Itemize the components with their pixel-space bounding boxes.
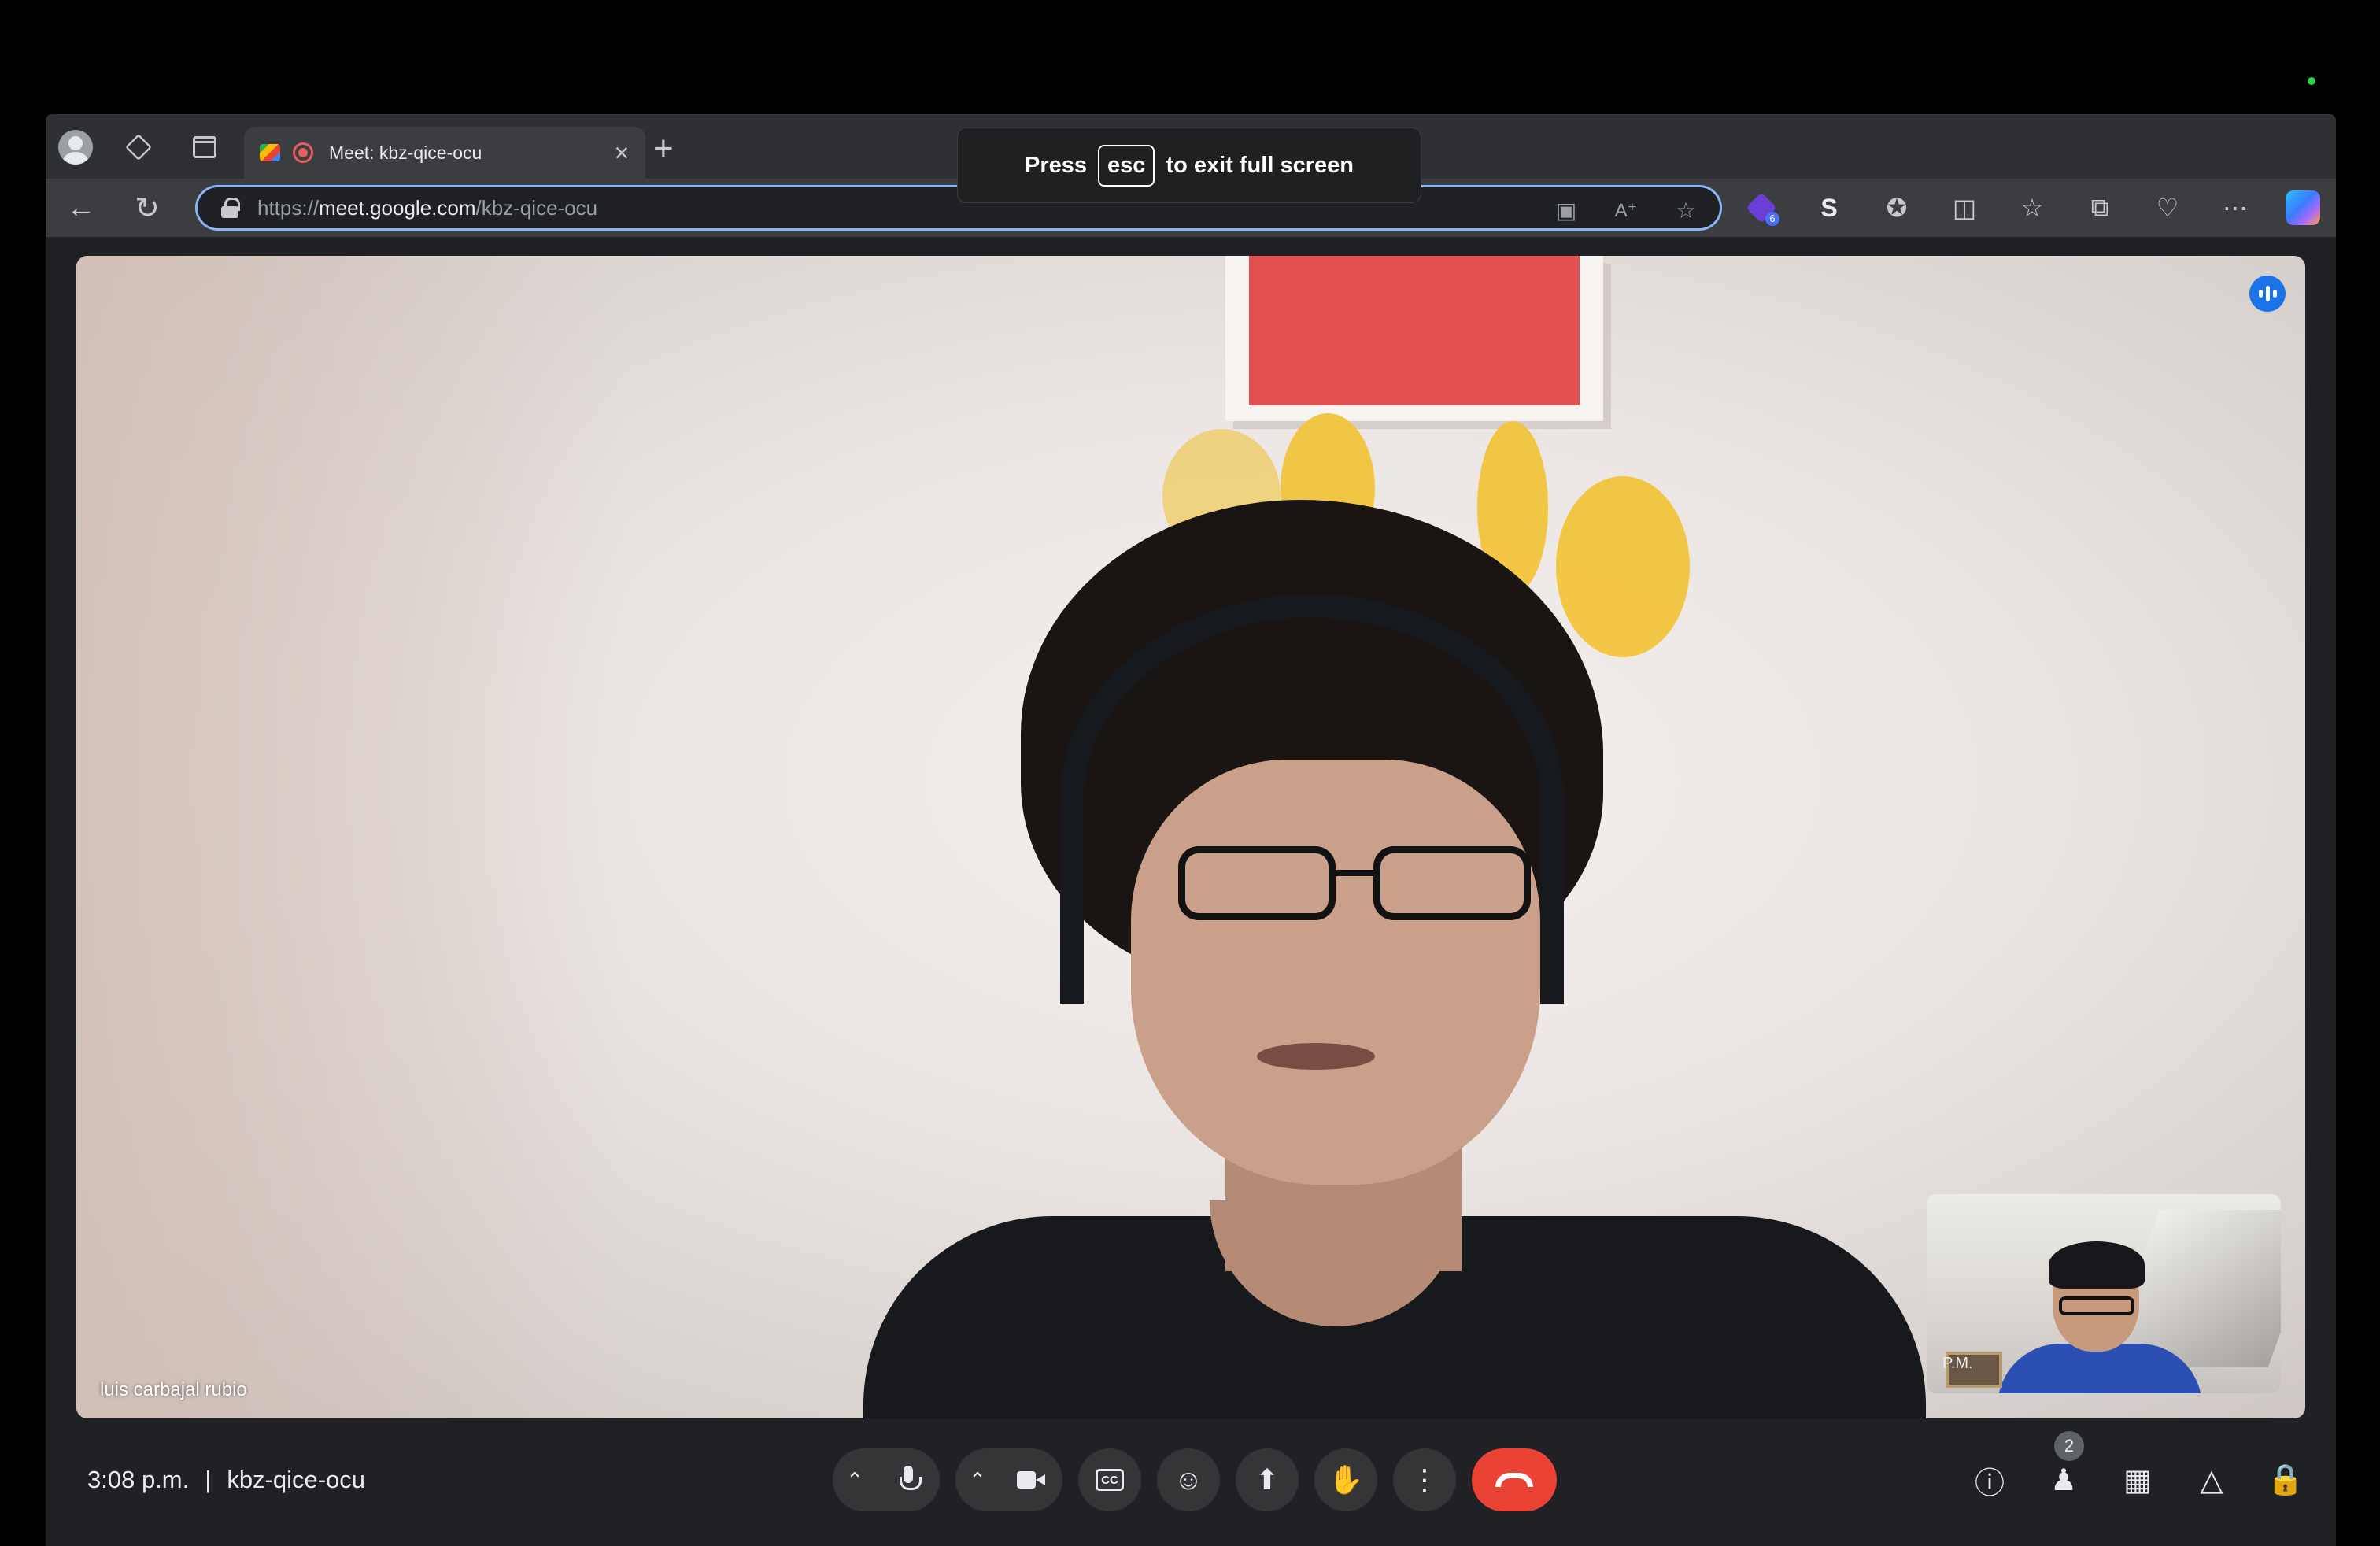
activities-button[interactable]: △ (2188, 1450, 2235, 1510)
leave-call-button[interactable] (1472, 1448, 1557, 1511)
captions-button[interactable]: CC (1078, 1448, 1141, 1511)
meeting-details-button[interactable]: ⓘ (1966, 1450, 2013, 1510)
profile-avatar[interactable] (58, 130, 93, 165)
video-controls: ⌃ (955, 1448, 1062, 1511)
participant-name: luis carbajal rubio (100, 1379, 247, 1400)
close-tab-button[interactable]: × (606, 139, 638, 168)
tab-title: Meet: kbz-qice-ocu (329, 142, 482, 163)
reload-icon[interactable]: ↻ (128, 188, 167, 227)
participant-video (785, 500, 1926, 1418)
speaking-indicator-icon (2249, 276, 2286, 312)
toast-text-after: to exit full screen (1166, 152, 1354, 178)
toast-text-before: Press (1025, 152, 1088, 178)
microphone-button[interactable] (877, 1448, 940, 1511)
fullscreen-toast: Press esc to exit full screen (957, 128, 1421, 203)
chat-icon: ▦ (2123, 1463, 2152, 1497)
camera-in-use-icon[interactable]: ▣ (1550, 194, 1583, 227)
people-count-badge: 2 (2054, 1431, 2084, 1461)
meeting-time: 3:08 p.m. (87, 1466, 190, 1493)
raise-hand-icon: ✋ (1328, 1463, 1364, 1496)
reactions-button[interactable]: ☺ (1157, 1448, 1220, 1511)
captions-icon: CC (1096, 1469, 1124, 1491)
lock-icon[interactable] (221, 198, 240, 218)
activities-icon: △ (2200, 1463, 2223, 1497)
screen: Meet: kbz-qice-ocu × + ← ↻ https://meet.… (0, 0, 2380, 1546)
recording-indicator-icon (293, 142, 313, 163)
camera-indicator-dot (2308, 77, 2315, 85)
address-url[interactable]: https://meet.google.com/kbz-qice-ocu (257, 196, 597, 220)
meeting-code: kbz-qice-ocu (227, 1466, 366, 1493)
camera-button[interactable] (1000, 1448, 1062, 1511)
emoji-icon: ☺ (1173, 1463, 1203, 1496)
extension-badge: 6 (1765, 212, 1779, 226)
meeting-details: 3:08 p.m. | kbz-qice-ocu (87, 1466, 365, 1494)
meet-favicon-icon (260, 144, 280, 161)
back-arrow-icon[interactable]: ← (61, 188, 101, 227)
audio-controls: ⌃ (833, 1448, 940, 1511)
microphone-icon (900, 1466, 922, 1494)
toast-esc-key: esc (1098, 144, 1155, 187)
raise-hand-button[interactable]: ✋ (1314, 1448, 1377, 1511)
audio-options-chevron-icon[interactable]: ⌃ (833, 1448, 877, 1511)
extensions-puzzle-icon[interactable]: ✪ (1877, 188, 1916, 227)
people-button[interactable]: 2 ♟ (2040, 1431, 2087, 1510)
more-vert-icon: ⋮ (1410, 1463, 1439, 1496)
info-icon: ⓘ (1974, 1466, 2005, 1500)
meeting-separator: | (205, 1466, 212, 1493)
meet-control-bar: 3:08 p.m. | kbz-qice-ocu ⌃ ⌃ CC ☺ ⬆ ✋ ⋮ … (46, 1418, 2336, 1546)
more-options-button[interactable]: ⋮ (1393, 1448, 1456, 1511)
extension-s-icon[interactable]: S (1809, 188, 1849, 227)
browser-tab-meet[interactable]: Meet: kbz-qice-ocu × (244, 127, 645, 179)
chat-button[interactable]: ▦ (2114, 1450, 2161, 1510)
new-tab-button[interactable]: + (653, 131, 674, 166)
workspaces-icon[interactable] (121, 130, 156, 165)
collections-icon[interactable]: ⧉ (2080, 188, 2119, 227)
camera-icon (1017, 1470, 1045, 1490)
present-icon: ⬆ (1255, 1463, 1280, 1496)
host-controls-icon: 🔒 (2267, 1463, 2304, 1496)
wall-poster (1225, 256, 1603, 421)
more-options-icon[interactable]: ⋯ (2216, 188, 2255, 227)
favorite-star-icon[interactable]: ☆ (1669, 194, 1702, 227)
split-screen-icon[interactable]: ◫ (1945, 188, 1984, 227)
people-icon: ♟ (2049, 1463, 2078, 1497)
video-options-chevron-icon[interactable]: ⌃ (955, 1448, 1000, 1511)
self-view-label: P.M. (1942, 1355, 1973, 1372)
extension-purple-icon[interactable]: 6 (1742, 188, 1781, 227)
present-button[interactable]: ⬆ (1236, 1448, 1299, 1511)
tab-actions-icon[interactable] (187, 130, 222, 165)
read-aloud-icon[interactable]: A⁺ (1609, 194, 1643, 227)
call-end-icon (1495, 1473, 1533, 1487)
self-view-tile[interactable]: P.M. (1927, 1194, 2281, 1393)
browser-essentials-icon[interactable]: ♡ (2148, 188, 2187, 227)
favorites-icon[interactable]: ☆ (2012, 188, 2052, 227)
host-controls-button[interactable]: 🔒 (2262, 1450, 2309, 1510)
copilot-icon[interactable] (2283, 188, 2323, 227)
